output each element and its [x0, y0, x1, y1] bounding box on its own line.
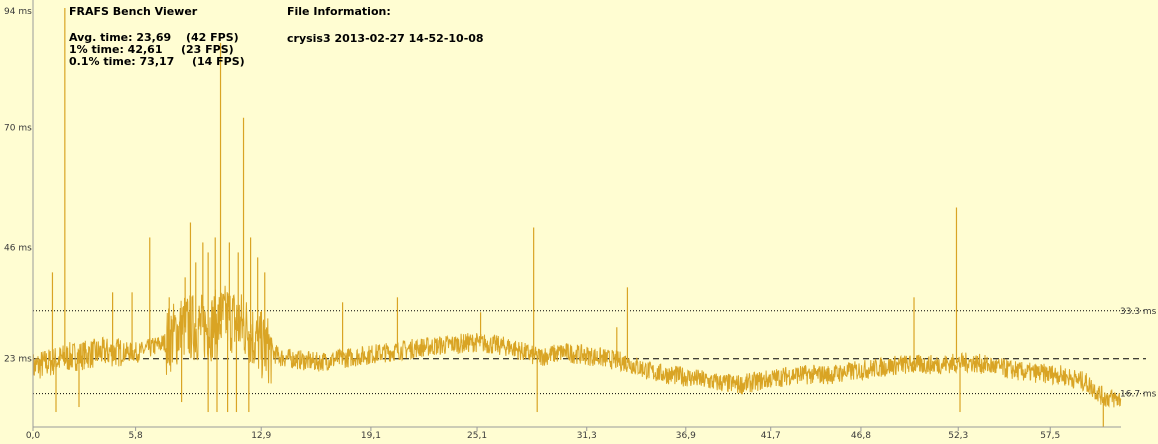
frame-time-series: [32, 8, 1122, 427]
y-tick-label-1: 70 ms: [4, 124, 32, 134]
x-tick-label-2: 12,9: [251, 431, 271, 441]
x-tick-label-10: 57,5: [1040, 431, 1060, 441]
file-info-label: File Information:: [287, 5, 391, 18]
reference-label-0: 33.3 ms: [1120, 307, 1157, 317]
y-tick-label-0: 94 ms: [4, 7, 32, 17]
point-one-percent-time: 0.1% time: 73,17: [69, 55, 175, 68]
x-tick-label-0: 0,0: [26, 431, 41, 441]
x-tick-label-1: 5,8: [128, 431, 143, 441]
y-tick-label-3: 23 ms: [4, 355, 32, 365]
point-one-percent-fps: (14 FPS): [192, 55, 245, 68]
y-tick-label-2: 46 ms: [4, 243, 32, 253]
x-tick-label-5: 31,3: [577, 431, 597, 441]
x-tick-label-6: 36,9: [676, 431, 696, 441]
x-tick-label-9: 52,3: [948, 431, 968, 441]
x-tick-label-3: 19,1: [361, 431, 381, 441]
x-tick-label-4: 25,1: [467, 431, 487, 441]
reference-label-2: 16.7 ms: [1120, 390, 1157, 400]
file-name: crysis3 2013-02-27 14-52-10-08: [287, 32, 484, 45]
x-tick-label-8: 46,8: [851, 431, 871, 441]
viewer-title: FRAFS Bench Viewer: [69, 5, 198, 18]
x-tick-label-7: 41,7: [761, 431, 781, 441]
